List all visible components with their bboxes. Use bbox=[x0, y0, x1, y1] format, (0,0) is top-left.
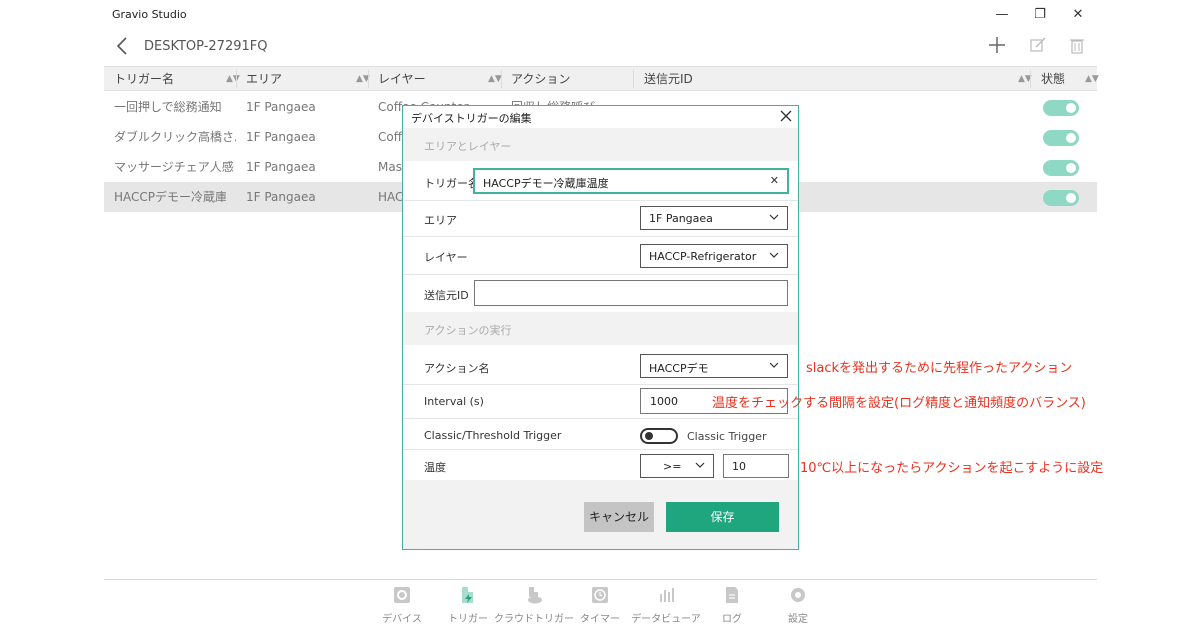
row-divider bbox=[403, 236, 798, 237]
gravio-studio-window: Gravio Studio — ❐ ✕ DESKTOP-27291FQ トリガー… bbox=[0, 0, 1200, 628]
settings-icon bbox=[791, 588, 805, 602]
title-bar: Gravio Studio — ❐ ✕ bbox=[104, 0, 1097, 28]
sort-icon[interactable]: ▲▼ bbox=[488, 67, 502, 91]
chevron-down-icon bbox=[769, 252, 779, 258]
row-divider bbox=[403, 274, 798, 275]
sender-id-input[interactable] bbox=[474, 280, 788, 306]
interval-value: 1000 bbox=[650, 395, 678, 408]
status-toggle[interactable] bbox=[1043, 160, 1079, 176]
layer-select[interactable]: HACCP-Refrigerator bbox=[640, 244, 788, 268]
device-name: DESKTOP-27291FQ bbox=[144, 39, 268, 54]
nav-item-settings[interactable]: 設定 bbox=[758, 586, 838, 626]
status-toggle[interactable] bbox=[1043, 190, 1079, 206]
column-header-status[interactable]: 状態 bbox=[1041, 67, 1065, 91]
area-cell: 1F Pangaea bbox=[246, 160, 316, 174]
chevron-down-icon bbox=[695, 462, 705, 468]
action-name-label: アクション名 bbox=[424, 362, 490, 375]
close-icon[interactable] bbox=[779, 109, 793, 123]
layer-cell: HAC bbox=[378, 190, 404, 204]
minimize-button[interactable]: — bbox=[992, 6, 1012, 22]
layer-select-value: HACCP-Refrigerator bbox=[649, 250, 757, 263]
trigger-icon bbox=[462, 587, 473, 603]
column-divider bbox=[368, 70, 369, 88]
section-header-action: アクションの実行 bbox=[403, 312, 798, 345]
cancel-button[interactable]: キャンセル bbox=[584, 502, 654, 532]
row-divider bbox=[403, 418, 798, 419]
trigger-type-toggle[interactable] bbox=[640, 428, 678, 444]
cloud-trigger-icon bbox=[528, 587, 542, 604]
section-title: アクションの実行 bbox=[424, 324, 512, 337]
action-name-value: HACCPデモ bbox=[649, 362, 709, 375]
log-icon bbox=[726, 587, 738, 603]
save-button[interactable]: 保存 bbox=[666, 502, 779, 532]
trigger-name-cell: HACCPデモー冷蔵庫温 bbox=[114, 190, 226, 204]
annotation-action: slackを発出するために先程作ったアクション bbox=[806, 361, 1073, 376]
section-header-area-layer: エリアとレイヤー bbox=[403, 128, 798, 161]
back-arrow-icon[interactable] bbox=[115, 36, 131, 56]
bar-chart-icon bbox=[660, 588, 674, 602]
sort-icon[interactable]: ▲▼ bbox=[226, 67, 240, 91]
delete-icon[interactable] bbox=[1068, 36, 1086, 54]
bottom-divider bbox=[104, 579, 1097, 580]
edit-icon[interactable] bbox=[1029, 36, 1047, 54]
column-header-layer[interactable]: レイヤー bbox=[378, 67, 426, 91]
trigger-name-input[interactable]: HACCPデモー冷蔵庫温度 ✕ bbox=[473, 168, 789, 194]
row-divider bbox=[403, 200, 798, 201]
trigger-type-value: Classic Trigger bbox=[687, 430, 767, 443]
column-header-action[interactable]: アクション bbox=[511, 67, 570, 91]
annotation-threshold: 10℃以上になったらアクションを起こすように設定 bbox=[800, 461, 1104, 476]
column-divider bbox=[1030, 70, 1031, 88]
trigger-name-label: トリガー名 bbox=[424, 177, 479, 190]
column-divider bbox=[633, 70, 634, 88]
area-cell: 1F Pangaea bbox=[246, 130, 316, 144]
area-cell: 1F Pangaea bbox=[246, 100, 316, 114]
status-toggle[interactable] bbox=[1043, 100, 1079, 116]
clock-icon bbox=[592, 587, 608, 603]
row-divider bbox=[403, 384, 798, 385]
table-header: トリガー名 ▲▼ エリア ▲▼ レイヤー ▲▼ アクション 送信元ID ▲▼ 状… bbox=[104, 66, 1099, 91]
area-cell: 1F Pangaea bbox=[246, 190, 316, 204]
area-select-value: 1F Pangaea bbox=[649, 212, 713, 225]
column-header-trigger-name[interactable]: トリガー名 bbox=[114, 67, 174, 91]
trigger-name-cell: 一回押しで総務通知 bbox=[114, 100, 222, 114]
dialog-title: デバイストリガーの編集 bbox=[411, 112, 532, 125]
chevron-down-icon bbox=[769, 362, 779, 368]
sender-id-label: 送信元ID bbox=[424, 289, 469, 302]
column-divider bbox=[236, 70, 237, 88]
temperature-input[interactable]: 10 bbox=[723, 454, 789, 478]
edit-trigger-dialog: デバイストリガーの編集 エリアとレイヤー トリガー名 HACCPデモー冷蔵庫温度… bbox=[402, 105, 799, 550]
column-header-sender-id[interactable]: 送信元ID bbox=[644, 67, 693, 91]
interval-label: Interval (s) bbox=[424, 395, 484, 408]
section-title: エリアとレイヤー bbox=[424, 140, 512, 153]
temperature-operator-select[interactable]: >= bbox=[640, 454, 714, 478]
layer-cell: Mas bbox=[378, 160, 402, 174]
layer-label: レイヤー bbox=[424, 251, 468, 264]
trigger-name-cell: ダブルクリック高橋さん bbox=[114, 130, 236, 144]
add-icon[interactable] bbox=[988, 36, 1006, 54]
maximize-button[interactable]: ❐ bbox=[1030, 6, 1050, 22]
clear-icon[interactable]: ✕ bbox=[770, 174, 779, 187]
nav-label: 設定 bbox=[788, 614, 808, 625]
temperature-label: 温度 bbox=[424, 461, 446, 474]
action-name-select[interactable]: HACCPデモ bbox=[640, 354, 788, 378]
chevron-down-icon bbox=[769, 214, 779, 220]
trigger-type-label: Classic/Threshold Trigger bbox=[424, 429, 562, 442]
trigger-name-value: HACCPデモー冷蔵庫温度 bbox=[483, 177, 609, 190]
trigger-name-cell: マッサージチェア人感 bbox=[114, 160, 234, 174]
temperature-value: 10 bbox=[732, 460, 746, 473]
annotation-interval: 温度をチェックする間隔を設定(ログ精度と通知頻度のバランス) bbox=[712, 396, 1086, 411]
close-button[interactable]: ✕ bbox=[1068, 6, 1088, 22]
sort-icon[interactable]: ▲▼ bbox=[1085, 67, 1099, 91]
column-header-area[interactable]: エリア bbox=[246, 67, 282, 91]
gear-icon bbox=[394, 587, 410, 603]
app-title: Gravio Studio bbox=[112, 8, 187, 21]
row-divider bbox=[403, 449, 798, 450]
status-toggle[interactable] bbox=[1043, 130, 1079, 146]
area-label: エリア bbox=[424, 214, 457, 227]
temperature-operator-value: >= bbox=[663, 460, 682, 473]
area-select[interactable]: 1F Pangaea bbox=[640, 206, 788, 230]
column-divider bbox=[501, 70, 502, 88]
